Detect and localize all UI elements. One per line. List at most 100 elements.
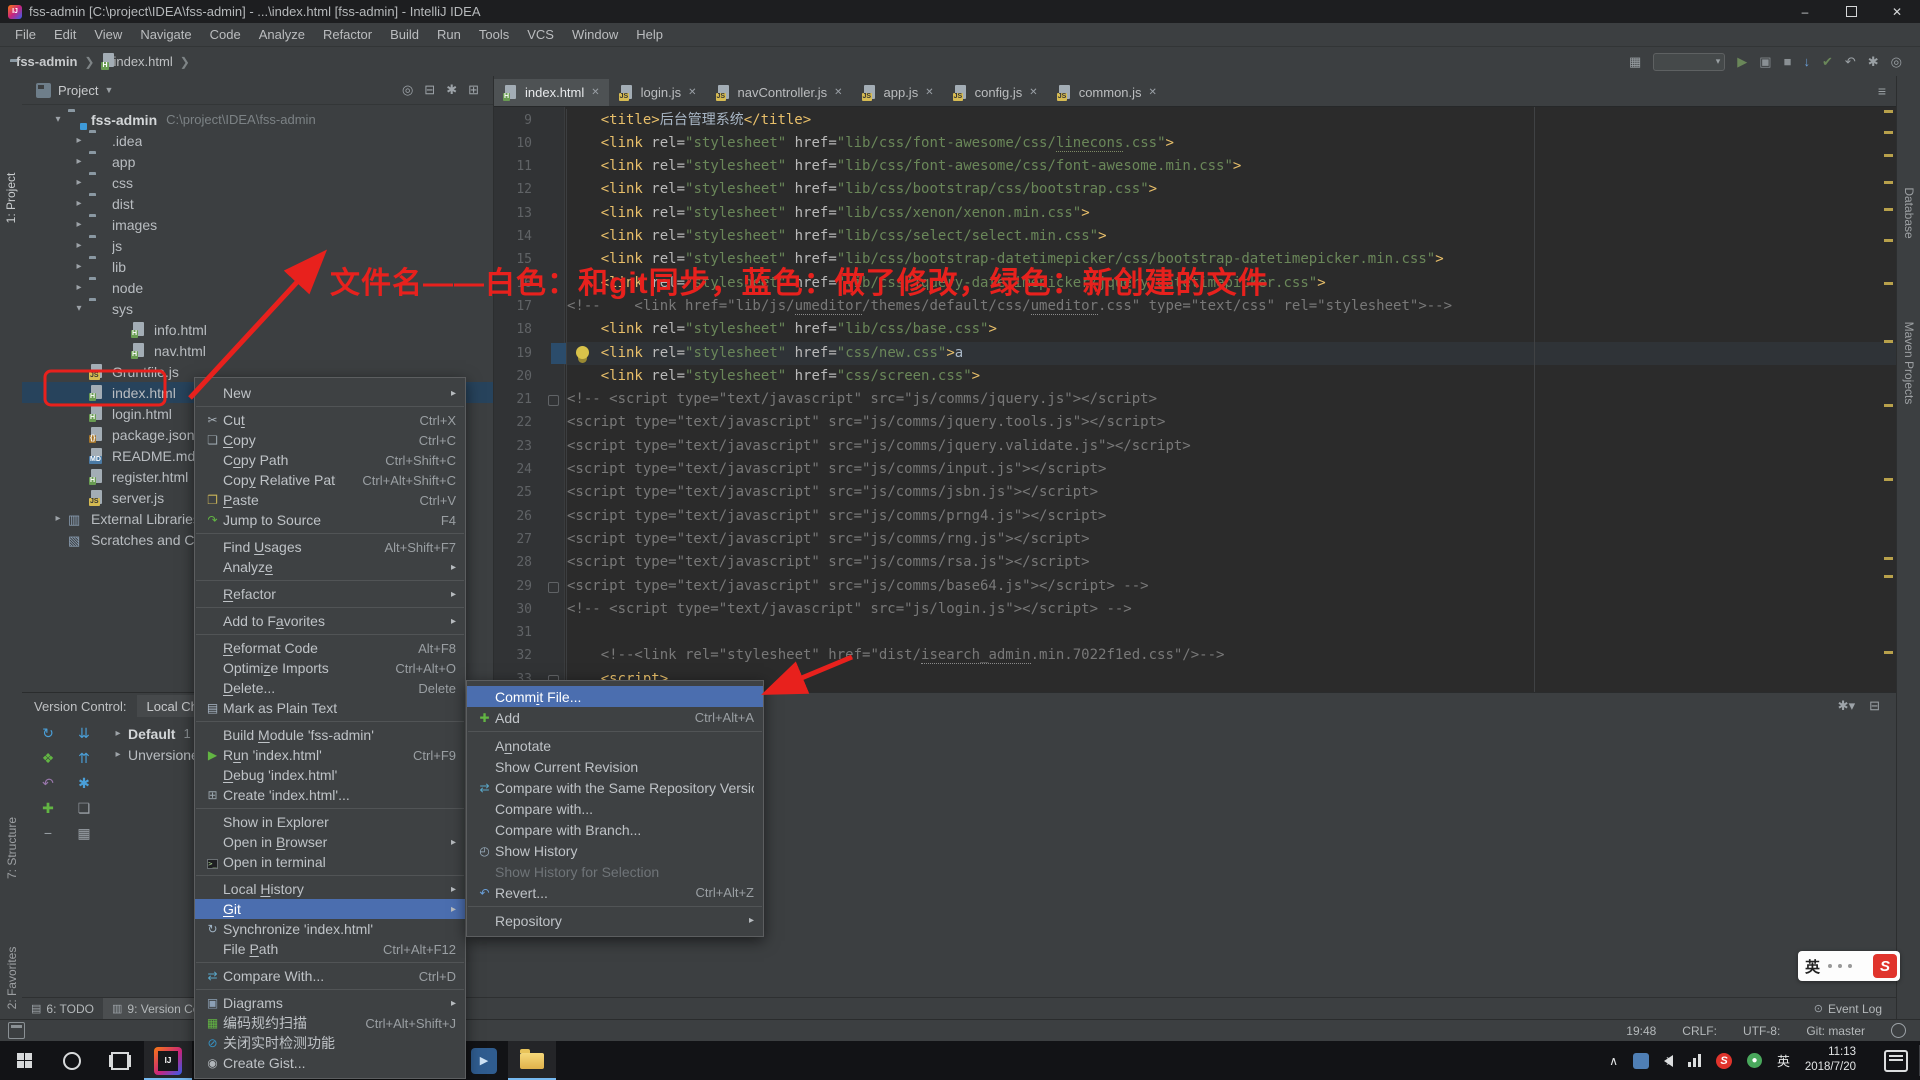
tool-tab-maven[interactable]: Maven Projects: [1902, 311, 1916, 415]
fold-marker-icon[interactable]: [548, 395, 559, 406]
input-language-indicator[interactable]: 英: [1777, 1051, 1790, 1070]
chevron-right-icon[interactable]: ▸: [69, 198, 89, 209]
taskbar-intellij-button[interactable]: IJ: [144, 1041, 192, 1080]
close-icon[interactable]: ✕: [834, 87, 842, 98]
close-icon[interactable]: ✕: [925, 87, 933, 98]
tool-tab-6-todo[interactable]: ▤6: TODO: [22, 998, 103, 1020]
chevron-down-icon[interactable]: ▾: [69, 303, 89, 314]
menu-item-local-history[interactable]: Local History▸: [195, 879, 465, 899]
menu-tools[interactable]: Tools: [470, 23, 518, 47]
menu-item-diagrams[interactable]: ▣Diagrams▸: [195, 993, 465, 1013]
project-panel-title[interactable]: Project: [58, 83, 98, 98]
tray-expand-icon[interactable]: ∧: [1609, 1054, 1618, 1068]
menu-item-jump-to-source[interactable]: ↷Jump to SourceF4: [195, 510, 465, 530]
chevron-down-icon[interactable]: ▼: [104, 85, 113, 95]
menu-help[interactable]: Help: [627, 23, 672, 47]
sogou-input-toolbar[interactable]: 英 S: [1798, 951, 1900, 981]
tool-tab-project[interactable]: 1: Project: [4, 161, 18, 235]
menu-analyze[interactable]: Analyze: [250, 23, 314, 47]
close-button[interactable]: ✕: [1874, 0, 1920, 23]
menu-item-create-index-html[interactable]: ⊞Create 'index.html'...: [195, 785, 465, 805]
menu-item-item-28[interactable]: ▦编码规约扫描Ctrl+Alt+Shift+J: [195, 1013, 465, 1033]
tool-tab-structure[interactable]: 7: Structure: [5, 806, 19, 890]
tray-app-icon[interactable]: [1633, 1053, 1649, 1069]
menu-item-create-gist[interactable]: ◉Create Gist...: [195, 1053, 465, 1073]
menu-item-compare-with[interactable]: ⇄Compare With...Ctrl+D: [195, 966, 465, 986]
run-icon[interactable]: ▶: [1737, 54, 1747, 70]
close-icon[interactable]: ✕: [1149, 87, 1157, 98]
chevron-down-icon[interactable]: ▾: [48, 114, 68, 125]
menu-item-show-in-explorer[interactable]: Show in Explorer: [195, 812, 465, 832]
search-icon[interactable]: ◎: [1891, 54, 1902, 70]
menu-item-mark-as-plain-text[interactable]: ▤Mark as Plain Text: [195, 698, 465, 718]
tab-app-js[interactable]: JSapp.js✕: [853, 79, 943, 106]
menu-item-open-in-browser[interactable]: Open in Browser▸: [195, 832, 465, 852]
menu-item-annotate[interactable]: Annotate: [467, 735, 763, 756]
tree-item-images[interactable]: ▸images: [22, 214, 493, 235]
breadcrumb-file[interactable]: index.html: [113, 54, 172, 69]
revert-icon[interactable]: ↶: [42, 775, 54, 791]
status-19-48[interactable]: 19:48: [1626, 1024, 1656, 1038]
editor-menu-icon[interactable]: ≡: [1868, 83, 1896, 99]
sogou-tray-icon[interactable]: S: [1716, 1053, 1732, 1069]
network-icon[interactable]: [1688, 1054, 1701, 1067]
fold-marker-icon[interactable]: [548, 582, 559, 593]
tab-index-html[interactable]: Hindex.html✕: [494, 79, 609, 106]
menu-item-add[interactable]: ✚AddCtrl+Alt+A: [467, 707, 763, 728]
menu-refactor[interactable]: Refactor: [314, 23, 381, 47]
menu-item-new[interactable]: New▸: [195, 383, 465, 403]
minimize-button[interactable]: –: [1782, 0, 1828, 23]
settings-icon[interactable]: ✱: [1868, 54, 1879, 70]
tab-navcontroller-js[interactable]: JSnavController.js✕: [707, 79, 852, 106]
panel-settings-icon[interactable]: ✱▾: [1838, 698, 1855, 714]
menu-item-delete[interactable]: Delete...Delete: [195, 678, 465, 698]
menu-item-cut[interactable]: ✂CutCtrl+X: [195, 410, 465, 430]
tool-tab-favorites[interactable]: 2: Favorites: [5, 936, 19, 1020]
menu-item-analyze[interactable]: Analyze▸: [195, 557, 465, 577]
vcs-commit-icon[interactable]: ✔: [1822, 54, 1833, 70]
menu-item-compare-with-the-same-repository-version[interactable]: ⇄Compare with the Same Repository Versio…: [467, 777, 763, 798]
menu-item-run-index-html[interactable]: ▶Run 'index.html'Ctrl+F9: [195, 745, 465, 765]
menu-item-find-usages[interactable]: Find UsagesAlt+Shift+F7: [195, 537, 465, 557]
action-center-icon[interactable]: [1884, 1050, 1908, 1072]
menu-item-repository[interactable]: Repository▸: [467, 910, 763, 931]
close-icon[interactable]: ✕: [688, 87, 696, 98]
details-icon[interactable]: ▦: [77, 825, 90, 841]
collapse-all-icon[interactable]: ⊟: [424, 82, 435, 98]
run-configuration-select[interactable]: ▾: [1653, 53, 1725, 71]
taskbar-explorer-button[interactable]: [508, 1041, 556, 1080]
volume-icon[interactable]: [1664, 1055, 1673, 1067]
chevron-right-icon[interactable]: ▸: [69, 177, 89, 188]
close-icon[interactable]: ✕: [591, 87, 599, 98]
taskbar-app-button[interactable]: ▶: [460, 1041, 508, 1080]
menu-item-commit-file[interactable]: Commit File...: [467, 686, 763, 707]
tree-item-dist[interactable]: ▸dist: [22, 193, 493, 214]
menu-run[interactable]: Run: [428, 23, 470, 47]
chevron-right-icon[interactable]: ▸: [69, 219, 89, 230]
panel-settings-icon[interactable]: ✱: [446, 82, 457, 98]
tree-item-css[interactable]: ▸css: [22, 172, 493, 193]
locate-file-icon[interactable]: ◎: [402, 82, 413, 98]
tray-green-icon[interactable]: ●: [1747, 1053, 1762, 1068]
status-crlf[interactable]: CRLF:: [1682, 1024, 1717, 1038]
tree-item-fss-admin[interactable]: ▾fss-adminC:\project\IDEA\fss-admin: [22, 109, 493, 130]
menu-item-show-history[interactable]: ◴Show History: [467, 840, 763, 861]
maximize-button[interactable]: [1828, 0, 1874, 23]
collapse-all-icon[interactable]: ⇈: [78, 750, 90, 766]
code-editor[interactable]: 9101112131415161718192021222324252627282…: [494, 107, 1896, 692]
menu-item-revert[interactable]: ↶Revert...Ctrl+Alt+Z: [467, 882, 763, 903]
tree-item-idea[interactable]: ▸.idea: [22, 130, 493, 151]
menu-item-compare-with[interactable]: Compare with...: [467, 798, 763, 819]
tree-item-info-html[interactable]: Hinfo.html: [22, 319, 493, 340]
task-view-button[interactable]: [96, 1041, 144, 1080]
minus-icon[interactable]: −: [44, 825, 52, 841]
cherry-pick-icon[interactable]: ❖: [42, 750, 55, 766]
toolwindow-toggle-icon[interactable]: [8, 1022, 25, 1039]
notifications-icon[interactable]: [1891, 1023, 1906, 1038]
vcs-update-icon[interactable]: ↓: [1803, 54, 1810, 69]
menu-item-add-to-favorites[interactable]: Add to Favorites▸: [195, 611, 465, 631]
status-git-master[interactable]: Git: master: [1806, 1024, 1865, 1038]
menu-item-refactor[interactable]: Refactor▸: [195, 584, 465, 604]
add-icon[interactable]: ✚: [42, 800, 54, 816]
tree-item-nav-html[interactable]: Hnav.html: [22, 340, 493, 361]
